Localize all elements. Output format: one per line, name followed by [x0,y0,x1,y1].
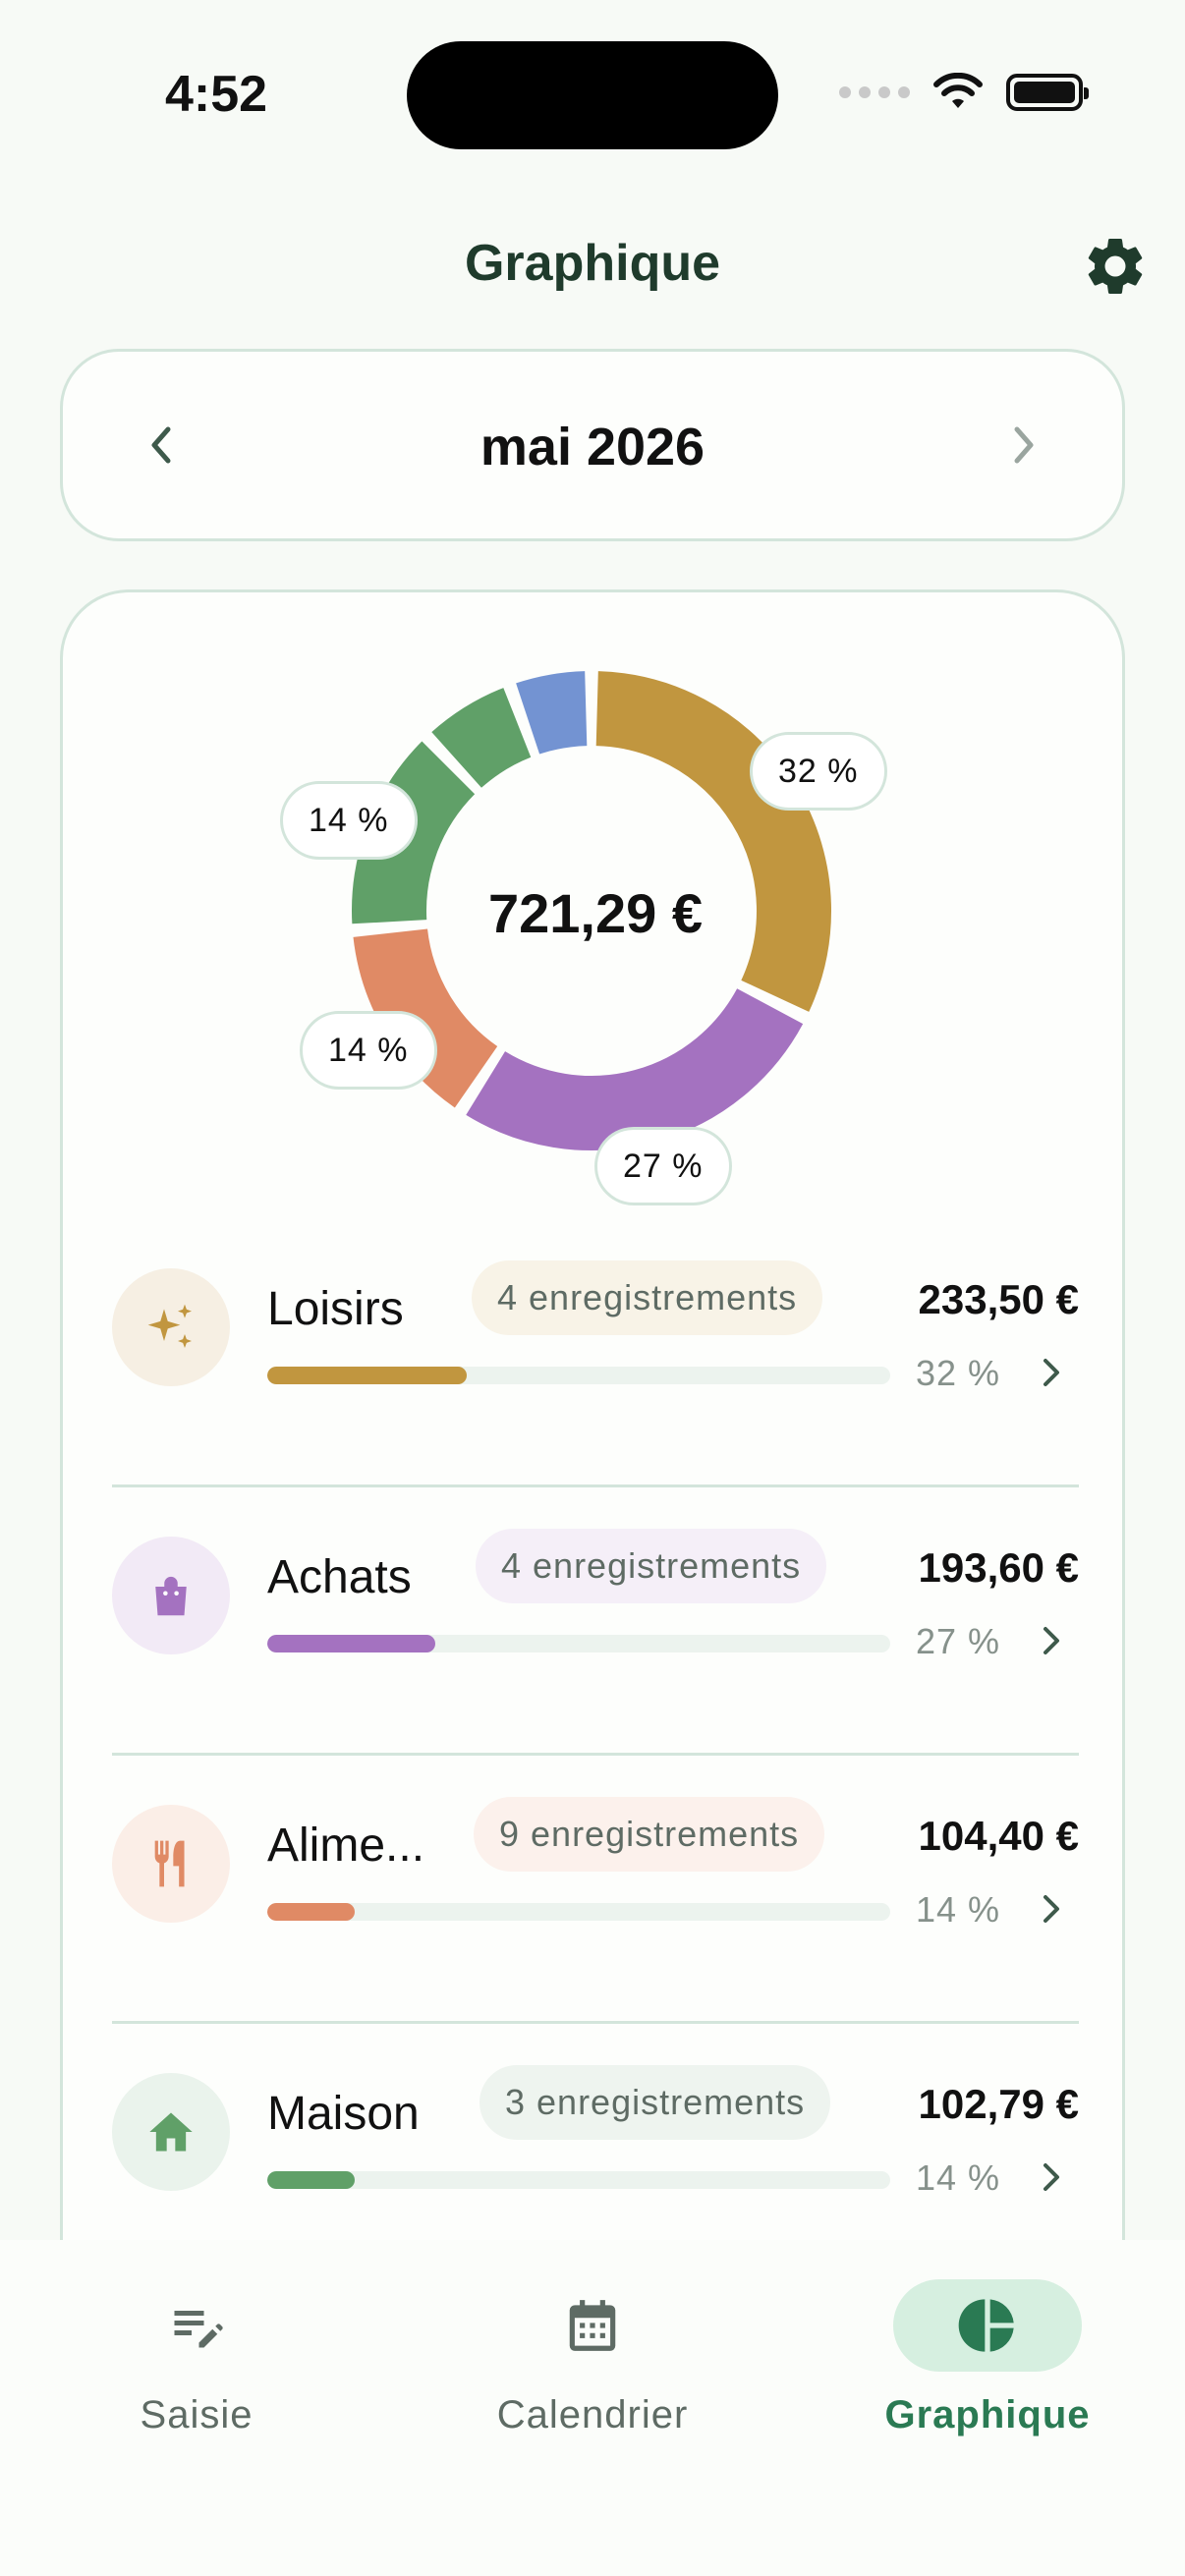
category-percent: 14 % [915,2157,1000,2198]
chevron-right-icon [1044,1895,1059,1923]
records-badge: 9 enregistrements [474,1797,825,1872]
month-label: mai 2026 [480,418,705,476]
slice-label-achats: 27 % [594,1127,732,1205]
category-row-alimentation[interactable]: Alime... 9 enregistrements 104,40 € 14 % [112,1756,1079,2024]
category-percent: 14 % [915,1889,1000,1930]
page-title: Graphique [464,235,721,292]
category-percent: 32 % [915,1353,1000,1393]
slice-label-alimentation: 14 % [300,1011,437,1090]
restaurant-icon [154,1840,185,1887]
chevron-right-icon [1044,2163,1059,2191]
category-progress-bar [267,1635,890,1652]
category-progress-bar [267,1903,890,1921]
chevron-right-icon [1044,1627,1059,1654]
tab-calendrier[interactable]: Calendrier [445,2279,740,2476]
category-icon [112,1268,230,1386]
category-amount: 104,40 € [918,1813,1080,1859]
category-name: Achats [267,1551,412,1603]
category-percent: 27 % [915,1621,1000,1661]
wifi-icon [933,73,983,108]
category-progress-bar [267,1367,890,1384]
category-amount: 102,79 € [918,2081,1080,2127]
donut-slice-5 [431,688,533,789]
tab-label: Calendrier [496,2393,689,2436]
slice-label-maison: 14 % [280,781,418,860]
status-icons [839,73,1089,112]
tab-label: Saisie [140,2393,254,2436]
donut-slice-6 [516,671,589,755]
home-icon [149,2112,193,2152]
tab-bar: Saisie Calendrier Graphique [0,2240,1185,2576]
tab-saisie[interactable]: Saisie [49,2279,344,2476]
next-month-button[interactable] [965,352,1083,538]
category-icon [112,2073,230,2191]
month-selector: mai 2026 [60,349,1125,541]
tab-icon-wrap [498,2279,687,2372]
category-progress-bar [267,2171,890,2189]
category-row-loisirs[interactable]: Loisirs 4 enregistrements 233,50 € 32 % [112,1219,1079,1487]
edit-list-icon [174,2311,223,2348]
records-badge: 4 enregistrements [476,1529,827,1603]
pie-chart-icon [958,2299,1014,2352]
signal-icon [839,86,910,98]
category-amount: 233,50 € [918,1276,1080,1322]
chevron-right-icon [1044,1359,1059,1386]
category-amount: 193,60 € [918,1544,1080,1591]
calendar-icon [569,2300,616,2351]
settings-button[interactable] [1081,232,1150,301]
tab-label: Graphique [884,2393,1091,2436]
status-time: 4:52 [165,66,268,123]
records-badge: 4 enregistrements [472,1260,823,1335]
category-row-achats[interactable]: Achats 4 enregistrements 193,60 € 27 % [112,1487,1079,1756]
tab-icon-wrap [893,2279,1082,2372]
dynamic-island [407,41,778,149]
category-name: Alime... [267,1820,425,1872]
tab-icon-wrap [102,2279,291,2372]
chevron-right-icon [1014,426,1034,464]
records-badge: 3 enregistrements [480,2065,831,2140]
gear-icon [1088,238,1143,294]
shopping-bag-icon [155,1576,187,1616]
slice-label-loisirs: 32 % [750,732,887,811]
tab-graphique[interactable]: Graphique [840,2279,1135,2476]
donut-total: 721,29 € [488,882,703,944]
battery-icon [1006,74,1089,111]
category-icon [112,1537,230,1654]
category-name: Maison [267,2088,420,2140]
sparkles-icon [147,1304,192,1348]
category-name: Loisirs [267,1283,404,1335]
donut-slice-2 [466,987,804,1150]
category-icon [112,1805,230,1923]
